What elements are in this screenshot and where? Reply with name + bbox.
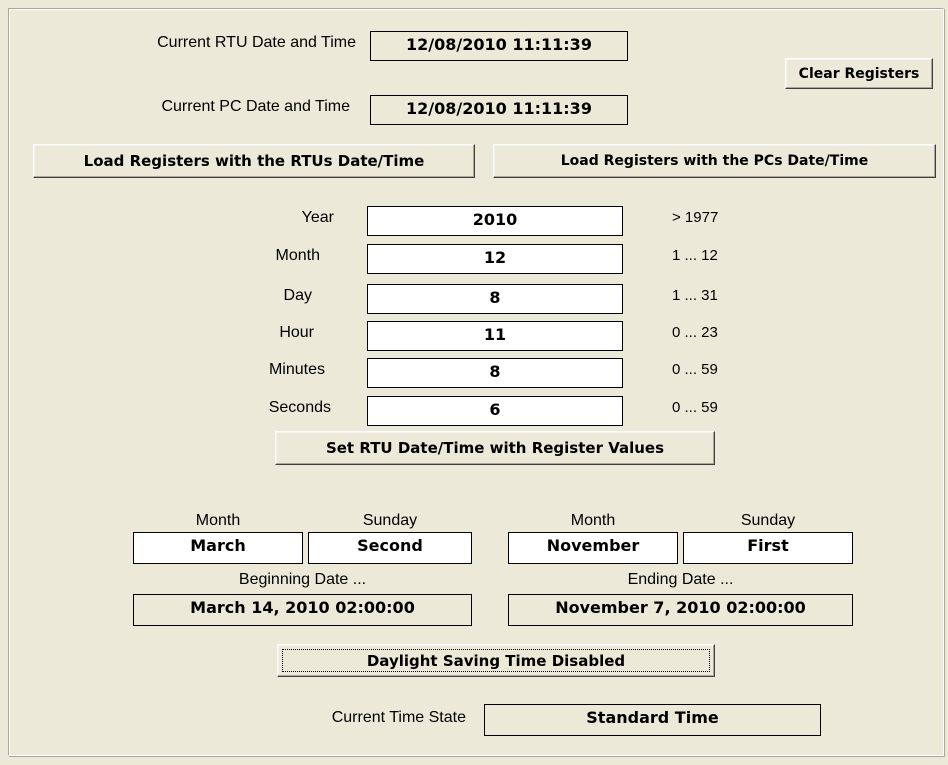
- day-range: 1 ... 31: [672, 287, 718, 304]
- daylight-saving-toggle-label: Daylight Saving Time Disabled: [366, 651, 626, 670]
- end-sunday-label: Sunday: [740, 512, 796, 529]
- daylight-saving-toggle-button[interactable]: Daylight Saving Time Disabled: [277, 644, 715, 677]
- rtu-time-label: Current RTU Date and Time: [157, 34, 356, 51]
- end-month-label: Month: [570, 512, 616, 529]
- load-pc-datetime-button[interactable]: Load Registers with the PCs Date/Time: [493, 144, 936, 178]
- seconds-input[interactable]: 6: [367, 396, 623, 426]
- begin-sunday-field[interactable]: Second: [308, 532, 472, 564]
- minutes-range: 0 ... 59: [672, 361, 718, 378]
- rtu-time-value: 12/08/2010 11:11:39: [370, 31, 628, 61]
- day-input[interactable]: 8: [367, 284, 623, 314]
- minutes-input[interactable]: 8: [367, 358, 623, 388]
- ending-date-value: November 7, 2010 02:00:00: [508, 594, 853, 626]
- month-input[interactable]: 12: [367, 244, 623, 274]
- seconds-range: 0 ... 59: [672, 399, 718, 416]
- year-range: > 1977: [672, 209, 719, 226]
- begin-month-field[interactable]: March: [133, 532, 303, 564]
- end-month-field[interactable]: November: [508, 532, 678, 564]
- seconds-label: Seconds: [268, 399, 331, 416]
- beginning-date-label: Beginning Date ...: [238, 571, 367, 588]
- ending-date-label: Ending Date ...: [627, 571, 734, 588]
- begin-sunday-label: Sunday: [362, 512, 418, 529]
- minutes-label: Minutes: [268, 361, 325, 378]
- pc-time-label: Current PC Date and Time: [161, 98, 350, 115]
- day-label: Day: [283, 287, 312, 304]
- year-label: Year: [301, 209, 334, 226]
- load-rtu-datetime-button[interactable]: Load Registers with the RTUs Date/Time: [33, 144, 475, 178]
- beginning-date-value: March 14, 2010 02:00:00: [133, 594, 472, 626]
- begin-month-label: Month: [195, 512, 241, 529]
- hour-input[interactable]: 11: [367, 321, 623, 351]
- set-rtu-datetime-label: Set RTU Date/Time with Register Values: [325, 439, 665, 457]
- end-sunday-field[interactable]: First: [683, 532, 853, 564]
- year-input[interactable]: 2010: [367, 206, 623, 236]
- hour-range: 0 ... 23: [672, 324, 718, 341]
- load-pc-datetime-label: Load Registers with the PCs Date/Time: [560, 153, 869, 169]
- set-rtu-datetime-button[interactable]: Set RTU Date/Time with Register Values: [275, 431, 715, 465]
- pc-time-value: 12/08/2010 11:11:39: [370, 95, 628, 125]
- time-state-value: Standard Time: [484, 704, 821, 736]
- clear-registers-button[interactable]: Clear Registers: [785, 58, 933, 89]
- clear-registers-label: Clear Registers: [798, 65, 920, 82]
- month-range: 1 ... 12: [672, 247, 718, 264]
- load-rtu-datetime-label: Load Registers with the RTUs Date/Time: [83, 152, 425, 170]
- hour-label: Hour: [279, 324, 314, 341]
- time-state-label: Current Time State: [331, 709, 466, 726]
- month-label: Month: [275, 247, 320, 264]
